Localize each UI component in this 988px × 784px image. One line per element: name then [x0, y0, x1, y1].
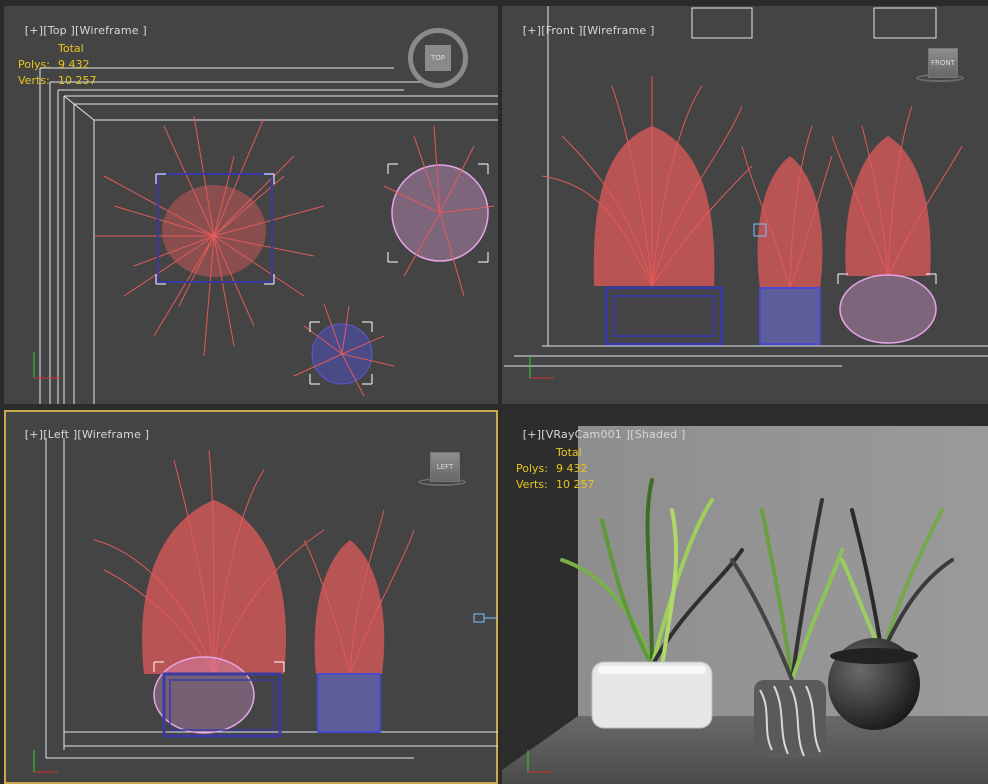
viewport-menu-plus[interactable]: [+] [523, 24, 541, 37]
polys-value: 9 432 [58, 58, 90, 71]
viewcube-top[interactable]: TOP [408, 28, 468, 88]
left-round-pot[interactable] [153, 656, 255, 734]
viewport-pov-label[interactable]: [Front ] [541, 24, 583, 37]
verts-value: 10 257 [58, 74, 97, 87]
front-view-scene [504, 6, 988, 379]
viewport-label-left[interactable]: [+][Left ][Wireframe ] [10, 415, 149, 454]
viewcube-ring[interactable] [916, 74, 964, 82]
viewport-shading-label[interactable]: [Wireframe ] [75, 24, 147, 37]
viewport-menu-plus[interactable]: [+] [523, 428, 541, 441]
viewcube-ring[interactable] [418, 478, 466, 486]
verts-label: Verts: [18, 74, 50, 87]
viewport-shading-label[interactable]: [Wireframe ] [583, 24, 655, 37]
viewcube-front[interactable]: FRONT [916, 48, 964, 82]
front-round-pot[interactable] [839, 274, 937, 344]
viewport-left[interactable]: [+][Left ][Wireframe ] LEFT [4, 410, 498, 784]
polys-label: Polys: [18, 58, 50, 71]
polys-value: 9 432 [556, 462, 588, 475]
stats-overlay: Total Polys: 9 432 Verts: 10 257 [516, 445, 595, 493]
verts-label: Verts: [516, 478, 548, 491]
viewport-label-front[interactable]: [+][Front ][Wireframe ] [508, 11, 655, 50]
viewcube-left[interactable]: LEFT [418, 452, 466, 486]
viewport-pov-label[interactable]: [Top ] [43, 24, 75, 37]
front-cylinder-pot[interactable] [759, 287, 821, 345]
stats-header: Total [58, 42, 84, 55]
stats-overlay: Total Polys: 9 432 Verts: 10 257 [18, 41, 97, 89]
viewport-pov-label[interactable]: [Left ] [43, 428, 77, 441]
viewport-camera[interactable]: [+][VRayCam001 ][Shaded ] Total Polys: 9 … [502, 410, 988, 784]
viewport-menu-plus[interactable]: [+] [25, 428, 43, 441]
viewcube-top-face[interactable]: TOP [425, 45, 451, 71]
viewport-pov-label[interactable]: [VRayCam001 ] [541, 428, 630, 441]
polys-label: Polys: [516, 462, 548, 475]
viewport-front[interactable]: [+][Front ][Wireframe ] FRONT [502, 6, 988, 404]
camera-striped-pot[interactable] [754, 680, 826, 758]
viewport-top[interactable]: [+][Top ][Wireframe ] Total Polys: 9 432 … [4, 6, 498, 404]
viewport-menu-plus[interactable]: [+] [25, 24, 43, 37]
viewport-shading-label[interactable]: [Shaded ] [630, 428, 685, 441]
left-cylinder-pot[interactable] [317, 673, 381, 733]
stats-header: Total [556, 446, 582, 459]
verts-value: 10 257 [556, 478, 595, 491]
viewport-shading-label[interactable]: [Wireframe ] [77, 428, 149, 441]
